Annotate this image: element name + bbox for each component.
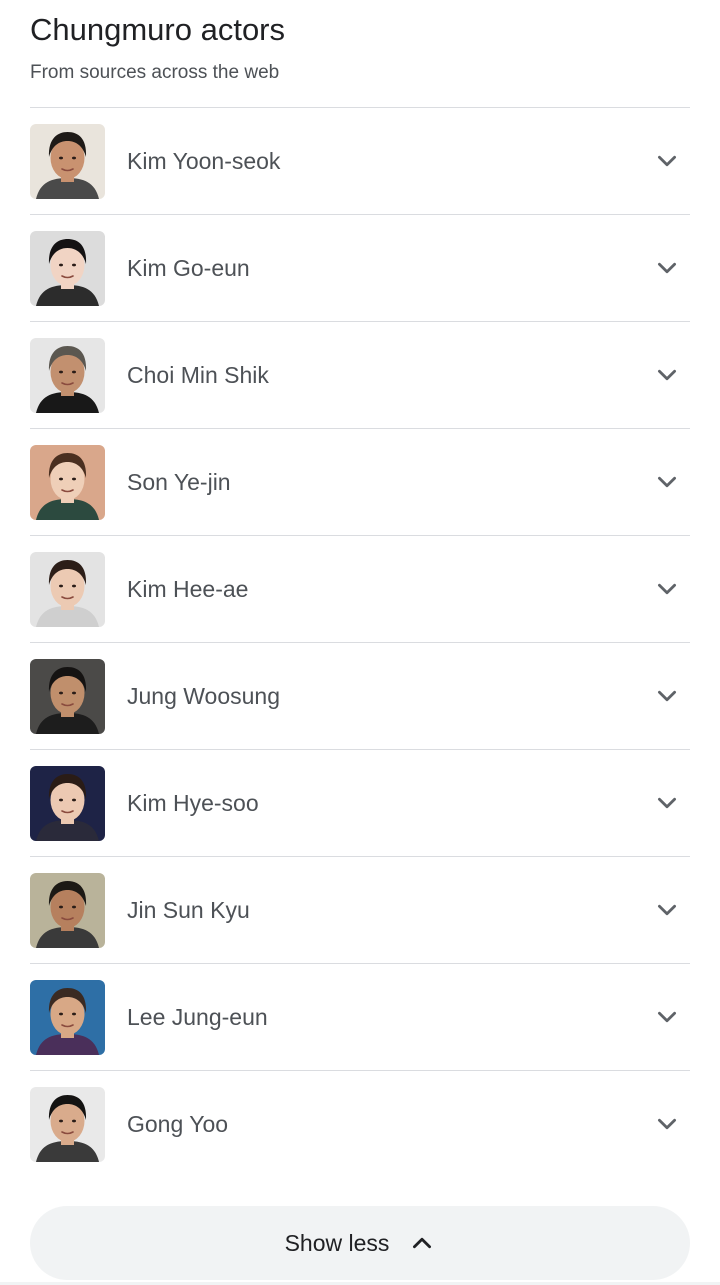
actor-row[interactable]: Jung Woosung	[30, 643, 690, 750]
actor-row[interactable]: Kim Hee-ae	[30, 536, 690, 643]
actor-row[interactable]: Choi Min Shik	[30, 322, 690, 429]
chevron-down-icon[interactable]	[654, 897, 680, 923]
actor-name: Kim Go-eun	[127, 255, 250, 281]
actor-photo[interactable]	[30, 338, 105, 413]
chevron-down-icon[interactable]	[654, 148, 680, 174]
page-title: Chungmuro actors	[30, 12, 286, 47]
actor-name: Jung Woosung	[127, 683, 281, 709]
chevron-down-icon[interactable]	[654, 469, 680, 495]
actor-name: Son Ye-jin	[127, 469, 231, 495]
actor-photo[interactable]	[30, 1087, 105, 1162]
actor-name: Choi Min Shik	[127, 362, 269, 388]
actor-photo[interactable]	[30, 980, 105, 1055]
chevron-up-icon	[409, 1230, 435, 1256]
actor-name: Gong Yoo	[127, 1111, 229, 1137]
chevron-down-icon[interactable]	[654, 1111, 680, 1137]
actor-name: Kim Hye-soo	[127, 790, 259, 816]
actor-row[interactable]: Gong Yoo	[30, 1071, 690, 1177]
chevron-down-icon[interactable]	[654, 683, 680, 709]
chevron-down-icon[interactable]	[654, 255, 680, 281]
actor-photo[interactable]	[30, 873, 105, 948]
actor-photo[interactable]	[30, 552, 105, 627]
actor-name: Kim Hee-ae	[127, 576, 249, 602]
actor-photo[interactable]	[30, 231, 105, 306]
show-less-label: Show less	[284, 1229, 390, 1256]
page-subtitle: From sources across the web	[30, 62, 280, 83]
actor-row[interactable]: Kim Yoon-seok	[30, 108, 690, 215]
actor-row[interactable]: Son Ye-jin	[30, 429, 690, 536]
actor-row[interactable]: Jin Sun Kyu	[30, 857, 690, 964]
show-less-button[interactable]: Show less	[30, 1206, 690, 1280]
actor-photo[interactable]	[30, 445, 105, 520]
chevron-down-icon[interactable]	[654, 576, 680, 602]
actor-name: Lee Jung-eun	[127, 1004, 268, 1030]
actor-photo[interactable]	[30, 766, 105, 841]
actor-row[interactable]: Lee Jung-eun	[30, 964, 690, 1071]
chevron-down-icon[interactable]	[654, 1004, 680, 1030]
actor-list: Kim Yoon-seok Kim Go-eun Choi Min Shik Son …	[30, 107, 690, 1177]
chevron-down-icon[interactable]	[654, 790, 680, 816]
actor-photo[interactable]	[30, 659, 105, 734]
actor-name: Kim Yoon-seok	[127, 148, 281, 174]
chevron-down-icon[interactable]	[654, 362, 680, 388]
actor-photo[interactable]	[30, 124, 105, 199]
actor-name: Jin Sun Kyu	[127, 897, 250, 923]
actor-row[interactable]: Kim Go-eun	[30, 215, 690, 322]
actor-row[interactable]: Kim Hye-soo	[30, 750, 690, 857]
